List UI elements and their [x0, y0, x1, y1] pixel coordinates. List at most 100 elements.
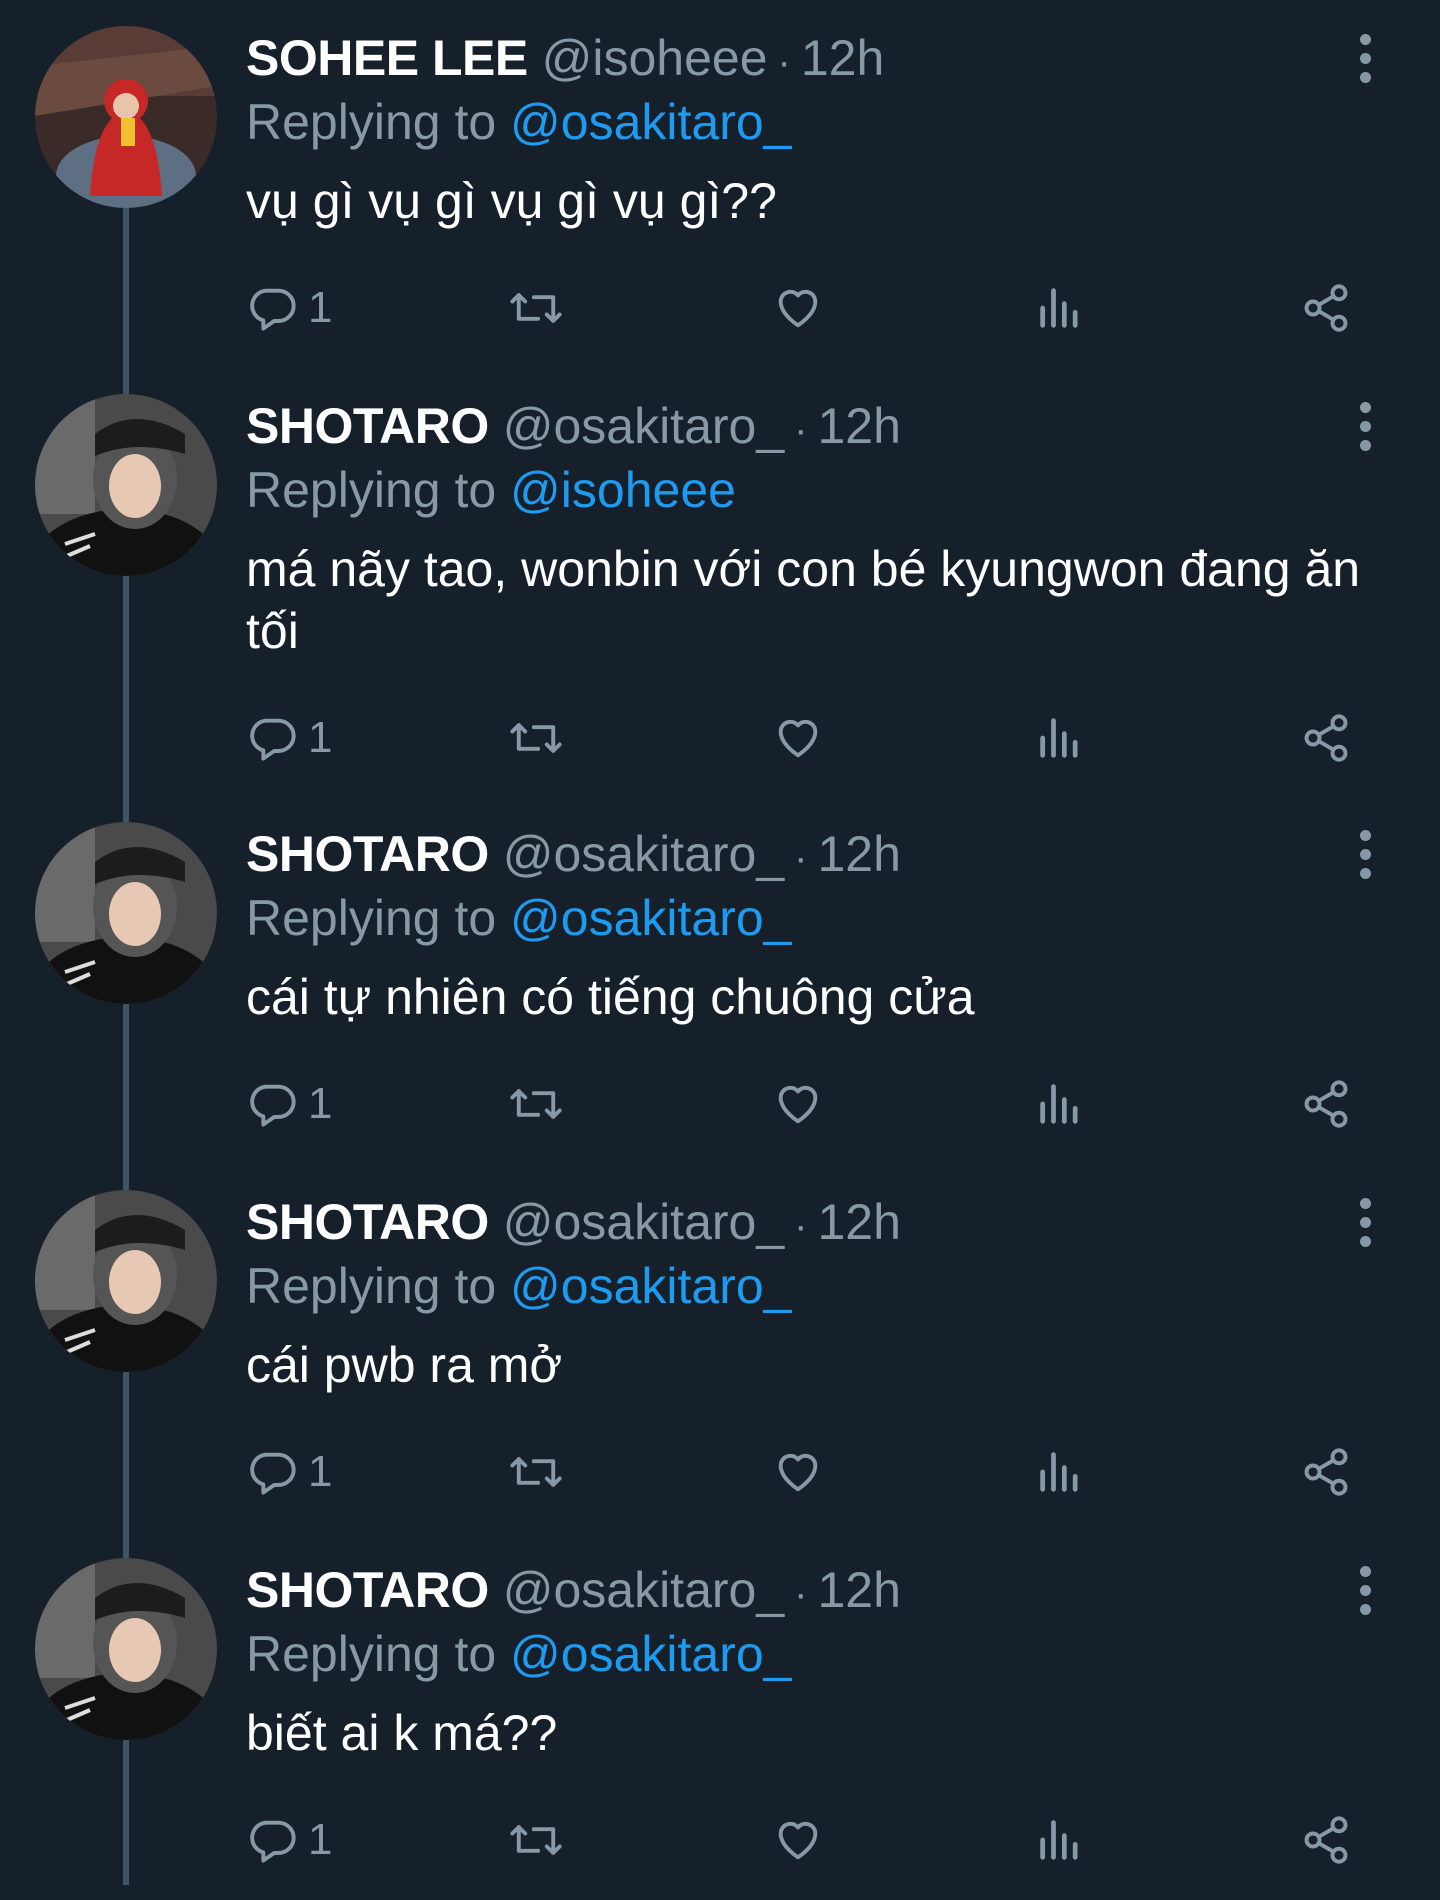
tweet-text: cái pwb ra mở	[246, 1337, 563, 1393]
tweet[interactable]: SHOTARO @osakitaro_ · 12h Replying to @osa…	[0, 1532, 1440, 1900]
retweet-button[interactable]	[508, 1442, 564, 1502]
retweet-icon	[510, 723, 562, 753]
more-vertical-icon[interactable]	[1350, 830, 1380, 879]
share-button[interactable]	[1300, 278, 1352, 338]
replying-to-line: Replying to @osakitaro_	[246, 90, 792, 154]
share-button[interactable]	[1300, 1442, 1352, 1502]
avatar[interactable]	[35, 1558, 217, 1740]
action-bar: 1	[246, 1810, 1406, 1870]
share-button[interactable]	[1300, 1810, 1352, 1870]
reply-button[interactable]: 1	[246, 1074, 332, 1134]
action-bar: 1	[246, 1074, 1406, 1134]
analytics-button[interactable]	[1036, 1074, 1084, 1134]
retweet-button[interactable]	[508, 708, 564, 768]
more-vertical-icon[interactable]	[1350, 1566, 1380, 1615]
avatar[interactable]	[35, 1190, 217, 1372]
user-handle[interactable]: @osakitaro_	[503, 1562, 784, 1618]
avatar[interactable]	[35, 822, 217, 1004]
replying-to-label: Replying to	[246, 1258, 511, 1314]
display-name[interactable]: SHOTARO	[246, 1194, 489, 1250]
reply-count: 1	[308, 1815, 333, 1864]
reply-button[interactable]: 1	[246, 1810, 332, 1870]
retweet-button[interactable]	[508, 1074, 564, 1134]
share-button[interactable]	[1300, 708, 1352, 768]
retweet-icon	[510, 1089, 562, 1119]
tweet-text: vụ gì vụ gì vụ gì vụ gì??	[246, 173, 777, 229]
mention-link[interactable]: @osakitaro_	[510, 94, 791, 150]
user-handle[interactable]: @osakitaro_	[503, 398, 784, 454]
reply-count: 1	[308, 1447, 333, 1496]
share-icon	[1304, 1448, 1348, 1496]
like-button[interactable]	[772, 278, 824, 338]
like-button[interactable]	[772, 708, 824, 768]
more-vertical-icon[interactable]	[1350, 402, 1380, 451]
tweet-header: SHOTARO @osakitaro_ · 12h	[246, 822, 901, 886]
tweet-header: SHOTARO @osakitaro_ · 12h	[246, 1558, 901, 1622]
reply-button[interactable]: 1	[246, 708, 332, 768]
tweet-header: SOHEE LEE @isoheee · 12h	[246, 26, 884, 90]
reply-count: 1	[308, 1079, 333, 1128]
action-bar: 1	[246, 708, 1406, 768]
separator-dot: ·	[794, 1204, 808, 1248]
share-button[interactable]	[1300, 1074, 1352, 1134]
mention-link[interactable]: @isoheee	[510, 462, 736, 518]
analytics-button[interactable]	[1036, 278, 1084, 338]
replying-to-label: Replying to	[246, 94, 511, 150]
tweet[interactable]: SHOTARO @osakitaro_ · 12h Replying to @osa…	[0, 1164, 1440, 1532]
avatar[interactable]	[35, 394, 217, 576]
heart-icon	[778, 1085, 818, 1124]
analytics-icon	[1040, 1084, 1078, 1124]
replying-to-line: Replying to @osakitaro_	[246, 1254, 792, 1318]
more-vertical-icon[interactable]	[1350, 34, 1380, 83]
timestamp[interactable]: 12h	[817, 1194, 900, 1250]
tweet[interactable]: SHOTARO @osakitaro_ · 12h Replying to @osa…	[0, 796, 1440, 1164]
avatar[interactable]	[35, 26, 217, 208]
mention-link[interactable]: @osakitaro_	[510, 1626, 791, 1682]
reply-icon	[250, 1084, 296, 1127]
reply-icon	[250, 718, 296, 761]
analytics-button[interactable]	[1036, 1810, 1084, 1870]
retweet-button[interactable]	[508, 1810, 564, 1870]
separator-dot: ·	[794, 836, 808, 880]
tweet-header: SHOTARO @osakitaro_ · 12h	[246, 394, 901, 458]
tweet[interactable]: SOHEE LEE @isoheee · 12h Replying to @osak…	[0, 0, 1440, 368]
user-handle[interactable]: @osakitaro_	[503, 1194, 784, 1250]
action-bar: 1	[246, 278, 1406, 338]
tweet-text: má nãy tao, wonbin với con bé kyungwon đ…	[246, 541, 1361, 659]
share-icon	[1304, 714, 1348, 762]
reply-count: 1	[308, 713, 333, 762]
avatar-image	[35, 394, 217, 576]
retweet-button[interactable]	[508, 278, 564, 338]
mention-link[interactable]: @osakitaro_	[510, 890, 791, 946]
replying-to-label: Replying to	[246, 462, 511, 518]
display-name[interactable]: SHOTARO	[246, 398, 489, 454]
share-icon	[1304, 1080, 1348, 1128]
reply-button[interactable]: 1	[246, 1442, 332, 1502]
mention-link[interactable]: @osakitaro_	[510, 1258, 791, 1314]
user-handle[interactable]: @isoheee	[542, 30, 768, 86]
reply-button[interactable]: 1	[246, 278, 332, 338]
user-handle[interactable]: @osakitaro_	[503, 826, 784, 882]
analytics-button[interactable]	[1036, 708, 1084, 768]
retweet-icon	[510, 1825, 562, 1855]
like-button[interactable]	[772, 1810, 824, 1870]
like-button[interactable]	[772, 1442, 824, 1502]
heart-icon	[778, 289, 818, 328]
timestamp[interactable]: 12h	[817, 826, 900, 882]
reply-thread: SOHEE LEE @isoheee · 12h Replying to @osak…	[0, 0, 1440, 1885]
display-name[interactable]: SHOTARO	[246, 826, 489, 882]
timestamp[interactable]: 12h	[801, 30, 884, 86]
like-button[interactable]	[772, 1074, 824, 1134]
analytics-icon	[1040, 1452, 1078, 1492]
retweet-icon	[510, 1457, 562, 1487]
analytics-button[interactable]	[1036, 1442, 1084, 1502]
timestamp[interactable]: 12h	[817, 1562, 900, 1618]
replying-to-label: Replying to	[246, 1626, 511, 1682]
tweet[interactable]: SHOTARO @osakitaro_ · 12h Replying to @iso…	[0, 368, 1440, 762]
reply-count: 1	[308, 283, 333, 332]
more-vertical-icon[interactable]	[1350, 1198, 1380, 1247]
timestamp[interactable]: 12h	[817, 398, 900, 454]
display-name[interactable]: SOHEE LEE	[246, 30, 528, 86]
separator-dot: ·	[777, 40, 791, 84]
display-name[interactable]: SHOTARO	[246, 1562, 489, 1618]
